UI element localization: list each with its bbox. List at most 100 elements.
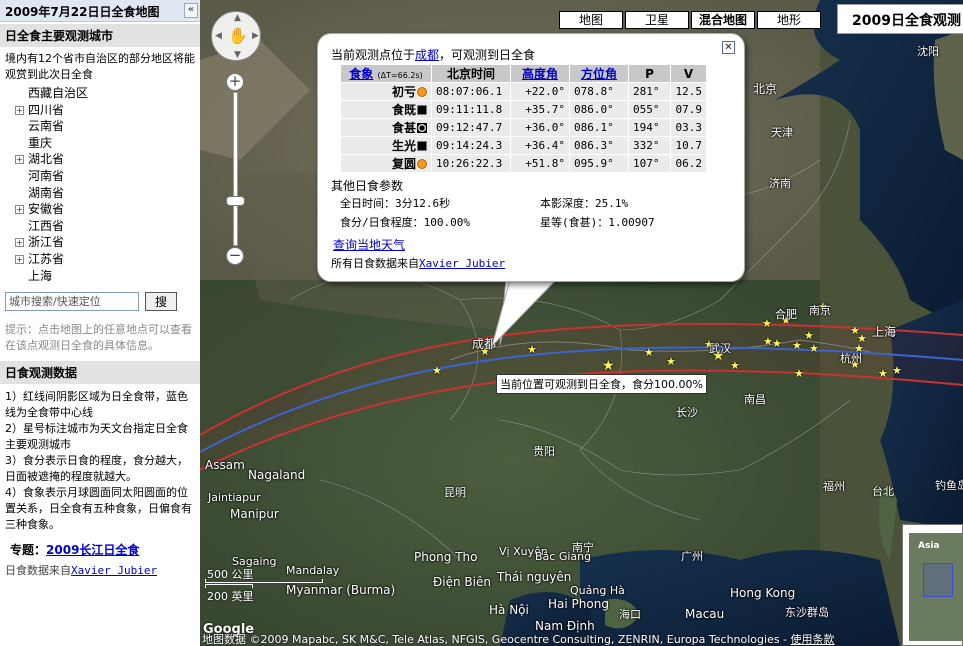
expand-icon[interactable]: + xyxy=(15,238,24,248)
p-cell: 332° xyxy=(628,136,671,155)
province-item[interactable]: + 四川省 xyxy=(14,102,200,119)
azimuth-cell-text: 078.8° xyxy=(574,85,614,98)
city-star-icon[interactable]: ★ xyxy=(772,337,782,350)
province-label[interactable]: 四川省 xyxy=(28,103,64,117)
altitude-cell-text: +36.0° xyxy=(525,121,565,134)
map-type-button[interactable]: 混合地图 xyxy=(691,11,755,29)
zoom-slider-track[interactable] xyxy=(233,92,238,246)
province-label[interactable]: 江西省 xyxy=(28,219,64,233)
map-canvas[interactable]: ★ ★ ★ ★ ★ ★ ★ ★ ★ ★ ★ ★ ★ ★ ★ ★ ★ ★ ★ ★ ★ ★ ★ ★ 沈阳 北京 天津 济南 合肥 南京 上海杭… xyxy=(200,0,963,646)
province-label[interactable]: 云南省 xyxy=(28,119,64,133)
province-label[interactable]: 湖南省 xyxy=(28,186,64,200)
terms-link[interactable]: 使用条款 xyxy=(791,633,835,646)
place-label-jaintiapur: Jaintiapur xyxy=(208,491,261,504)
phase-cell-text: 复圆 xyxy=(391,157,416,171)
map-type-button[interactable]: 卫星 xyxy=(625,11,689,29)
province-item[interactable]: + 浙江省 xyxy=(14,234,200,251)
province-label[interactable]: 安徽省 xyxy=(28,202,64,216)
city-star-icon[interactable]: ★ xyxy=(762,317,772,330)
city-star-icon[interactable]: ★ xyxy=(666,355,676,368)
province-label[interactable]: 上海 xyxy=(28,269,52,283)
expand-icon[interactable]: + xyxy=(15,155,24,165)
expand-icon[interactable]: + xyxy=(15,205,24,215)
province-label[interactable]: 江苏省 xyxy=(28,252,64,266)
city-star-icon[interactable]: ★ xyxy=(892,364,902,377)
city-star-icon[interactable]: ★ xyxy=(730,359,740,372)
city-star-icon[interactable]: ★ xyxy=(602,358,615,374)
pan-left-icon[interactable]: ◀ xyxy=(215,31,222,41)
map-type-button[interactable]: 地形 xyxy=(757,11,821,29)
city-star-icon[interactable]: ★ xyxy=(809,342,819,355)
place-label-nagaland: Nagaland xyxy=(248,468,306,482)
zoom-in-button[interactable]: + xyxy=(226,73,244,91)
province-item[interactable]: + 江苏省 xyxy=(14,251,200,268)
overview-viewport[interactable] xyxy=(923,563,953,597)
province-item[interactable]: 江西省 xyxy=(14,218,200,235)
map-type-button[interactable]: 地图 xyxy=(559,11,623,29)
overview-map-image[interactable]: Asia xyxy=(909,533,963,641)
col-altitude-link[interactable]: 高度角 xyxy=(510,64,570,83)
place-label-quangha: Quảng Hà xyxy=(570,584,625,597)
zoom-out-button[interactable]: − xyxy=(226,247,244,265)
city-star-icon[interactable]: ★ xyxy=(804,329,814,342)
altitude-cell-text: +51.8° xyxy=(525,157,565,170)
topic-link[interactable]: 2009长江日全食 xyxy=(46,543,139,557)
collapse-sidebar-icon[interactable]: « xyxy=(184,3,198,18)
info-window-heading: 当前观测点位于成都，可观测到日全食 xyxy=(331,46,535,63)
province-item[interactable]: + 湖北省 xyxy=(14,151,200,168)
pan-up-icon[interactable]: ▲ xyxy=(234,13,241,23)
province-label[interactable]: 重庆 xyxy=(28,136,52,150)
city-search-button[interactable]: 搜 xyxy=(145,292,177,312)
pan-control[interactable]: ▲ ▼ ◀ ▶ ✋ xyxy=(211,11,261,61)
province-label[interactable]: 西藏自治区 xyxy=(28,86,88,100)
pan-down-icon[interactable]: ▼ xyxy=(234,50,241,60)
time-cell-text: 09:11:11.8 xyxy=(436,103,503,116)
expand-icon[interactable]: + xyxy=(15,254,24,264)
province-label[interactable]: 湖北省 xyxy=(28,152,64,166)
col-azimuth-link[interactable]: 方位角 xyxy=(569,64,629,83)
province-item[interactable]: 重庆 xyxy=(14,135,200,152)
phase-header-link[interactable]: 食象 xyxy=(349,67,373,81)
map-type-control: 地图 卫星 混合地图 地形 xyxy=(559,11,821,29)
city-link[interactable]: 成都 xyxy=(415,48,439,62)
province-item[interactable]: 上海 xyxy=(14,268,200,285)
province-label[interactable]: 浙江省 xyxy=(28,235,64,249)
place-label-bacgiang: Bắc Giang xyxy=(535,550,592,563)
data-source-link[interactable]: Xavier Jubier xyxy=(71,564,157,577)
v-cell: 03.3 xyxy=(670,118,707,137)
city-search-input[interactable] xyxy=(5,292,139,312)
altitude-cell: +51.8° xyxy=(510,154,570,173)
province-item[interactable]: 河南省 xyxy=(14,168,200,185)
province-item[interactable]: + 安徽省 xyxy=(14,201,200,218)
zoom-slider-handle[interactable] xyxy=(226,196,245,206)
weather-link[interactable]: 查询当地天气 xyxy=(333,236,405,253)
col-phase[interactable]: 食象 (ΔT=66.2s) xyxy=(340,64,432,83)
province-label[interactable]: 河南省 xyxy=(28,169,64,183)
place-label-haiphong: Hai Phong xyxy=(548,597,609,611)
province-item[interactable]: 西藏自治区 xyxy=(14,85,200,102)
azimuth-cell: 086.1° xyxy=(569,118,629,137)
city-star-icon[interactable]: ★ xyxy=(878,367,888,380)
expand-icon[interactable]: + xyxy=(15,105,24,115)
place-label-beijing: 北京 xyxy=(753,82,778,96)
data-source: 日食数据来自Xavier Jubier xyxy=(0,558,200,582)
p-cell-text: 107° xyxy=(633,157,660,170)
p-cell: 055° xyxy=(628,100,671,119)
delta-t-label: (ΔT=66.2s) xyxy=(377,71,423,80)
p-cell: 107° xyxy=(628,154,671,173)
city-star-icon[interactable]: ★ xyxy=(792,339,802,352)
city-star-icon[interactable]: ★ xyxy=(794,367,804,380)
info-source-link[interactable]: Xavier Jubier xyxy=(419,257,505,270)
province-item[interactable]: 云南省 xyxy=(14,118,200,135)
place-label-thainguyen: Thái nguyên xyxy=(497,570,572,584)
altitude-cell-text: +35.7° xyxy=(525,103,565,116)
pan-right-icon[interactable]: ▶ xyxy=(252,31,259,41)
hand-icon[interactable]: ✋ xyxy=(228,26,248,45)
city-star-icon[interactable]: ★ xyxy=(644,346,654,359)
overview-map[interactable]: Asia xyxy=(902,524,963,646)
city-star-icon[interactable]: ★ xyxy=(432,364,442,377)
close-icon[interactable]: ✕ xyxy=(722,41,735,54)
v-cell: 06.2 xyxy=(670,154,707,173)
table-row: 复圆 10:26:22.3 +51.8° 095.9° 107° 06.2 xyxy=(340,154,707,173)
province-item[interactable]: 湖南省 xyxy=(14,185,200,202)
